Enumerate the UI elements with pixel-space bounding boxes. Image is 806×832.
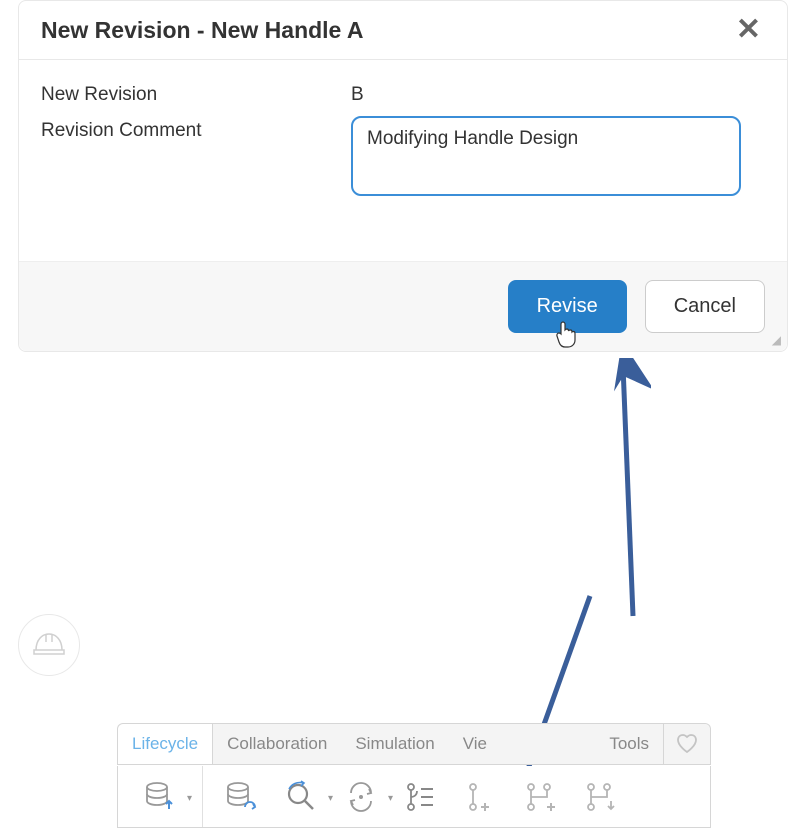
toolbar-group-2: ▾ ▾ (203, 766, 643, 827)
dropdown-caret-icon: ▾ (388, 793, 393, 804)
database-up-icon (142, 779, 178, 815)
dialog-title: New Revision - New Handle A (41, 17, 364, 44)
hardhat-badge[interactable] (18, 614, 80, 676)
heart-icon (676, 734, 698, 754)
form-row-comment: Revision Comment (41, 116, 765, 201)
tab-view[interactable]: Vie (449, 724, 501, 764)
form-row-revision: New Revision B (41, 80, 765, 106)
dialog-body: New Revision B Revision Comment (19, 60, 787, 261)
search-button[interactable]: ▾ (277, 773, 325, 821)
bottom-tab-panel: Lifecycle Collaboration Simulation Vie T… (117, 723, 711, 765)
cycle-icon (343, 779, 379, 815)
database-up-button[interactable]: ▾ (136, 773, 184, 821)
branch-add-icon (463, 779, 499, 815)
merge-down-icon (583, 779, 619, 815)
tab-collaboration[interactable]: Collaboration (213, 724, 341, 764)
lifecycle-toolbar: ▾ ▾ ▾ (117, 766, 711, 828)
search-icon (283, 779, 319, 815)
new-revision-value: B (351, 80, 364, 106)
revision-comment-input[interactable] (351, 116, 741, 196)
annotation-arrow-up (611, 358, 651, 618)
new-revision-dialog: New Revision - New Handle A ✕ New Revisi… (18, 0, 788, 352)
database-refresh-button[interactable] (217, 773, 265, 821)
merge-add-icon (523, 779, 559, 815)
tab-simulation[interactable]: Simulation (341, 724, 448, 764)
dialog-footer: Revise Cancel ◢ (19, 261, 787, 351)
resize-handle-icon[interactable]: ◢ (772, 333, 781, 347)
merge-add-button[interactable] (517, 773, 565, 821)
branch-add-button[interactable] (457, 773, 505, 821)
tab-strip: Lifecycle Collaboration Simulation Vie T… (118, 724, 710, 765)
dropdown-caret-icon: ▾ (187, 793, 192, 804)
dialog-header: New Revision - New Handle A ✕ (19, 1, 787, 60)
revision-comment-value-wrap (351, 116, 741, 201)
toolbar-group-1: ▾ (118, 766, 203, 827)
tab-tools[interactable]: Tools (595, 724, 663, 764)
dropdown-caret-icon: ▾ (328, 793, 333, 804)
revision-comment-label: Revision Comment (41, 116, 351, 142)
database-refresh-icon (223, 779, 259, 815)
cycle-button[interactable]: ▾ (337, 773, 385, 821)
merge-down-button[interactable] (577, 773, 625, 821)
branch-list-button[interactable] (397, 773, 445, 821)
tab-lifecycle[interactable]: Lifecycle (118, 724, 213, 764)
cancel-button[interactable]: Cancel (645, 280, 765, 333)
close-icon: ✕ (736, 13, 761, 46)
close-button[interactable]: ✕ (732, 15, 765, 45)
new-revision-label: New Revision (41, 80, 351, 106)
branch-list-icon (403, 779, 439, 815)
revise-button[interactable]: Revise (508, 280, 627, 333)
hardhat-icon (32, 630, 66, 661)
tab-favorite[interactable] (663, 724, 710, 764)
